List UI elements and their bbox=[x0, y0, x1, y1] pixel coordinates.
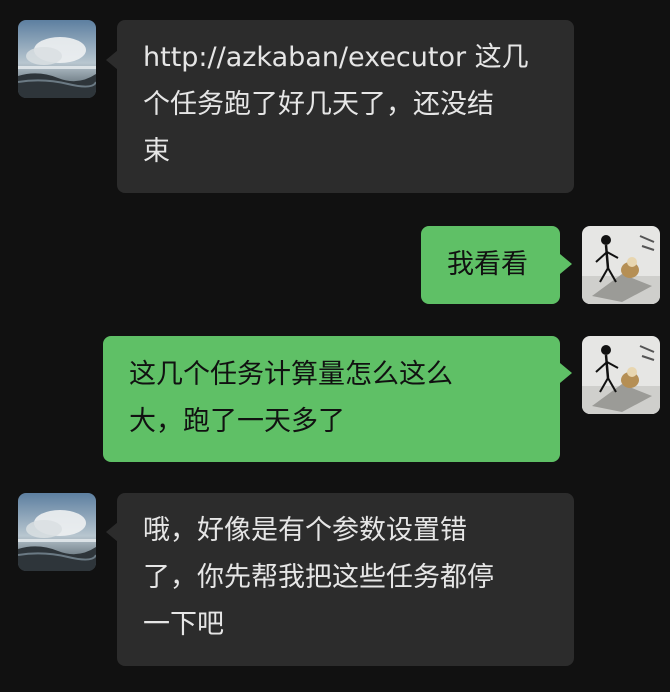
stick-figure-avatar-icon bbox=[582, 226, 660, 304]
contact-avatar[interactable] bbox=[18, 493, 96, 571]
bubble-tail bbox=[560, 254, 572, 274]
my-avatar[interactable] bbox=[582, 226, 660, 304]
message-bubble[interactable]: http://azkaban/executor 这几 个任务跑了好几天了，还没结… bbox=[117, 20, 574, 193]
message-bubble[interactable]: 我看看 bbox=[421, 226, 560, 304]
stick-figure-avatar-icon bbox=[582, 336, 660, 414]
message-bubble[interactable]: 哦，好像是有个参数设置错 了，你先帮我把这些任务都停 一下吧 bbox=[117, 493, 574, 666]
my-avatar[interactable] bbox=[582, 336, 660, 414]
contact-avatar[interactable] bbox=[18, 20, 96, 98]
beach-sky-avatar-icon bbox=[18, 20, 96, 98]
chat-view: http://azkaban/executor 这几 个任务跑了好几天了，还没结… bbox=[0, 0, 670, 692]
beach-sky-avatar-icon bbox=[18, 493, 96, 571]
bubble-tail bbox=[560, 363, 572, 383]
message-bubble[interactable]: 这几个任务计算量怎么这么 大，跑了一天多了 bbox=[103, 336, 560, 462]
